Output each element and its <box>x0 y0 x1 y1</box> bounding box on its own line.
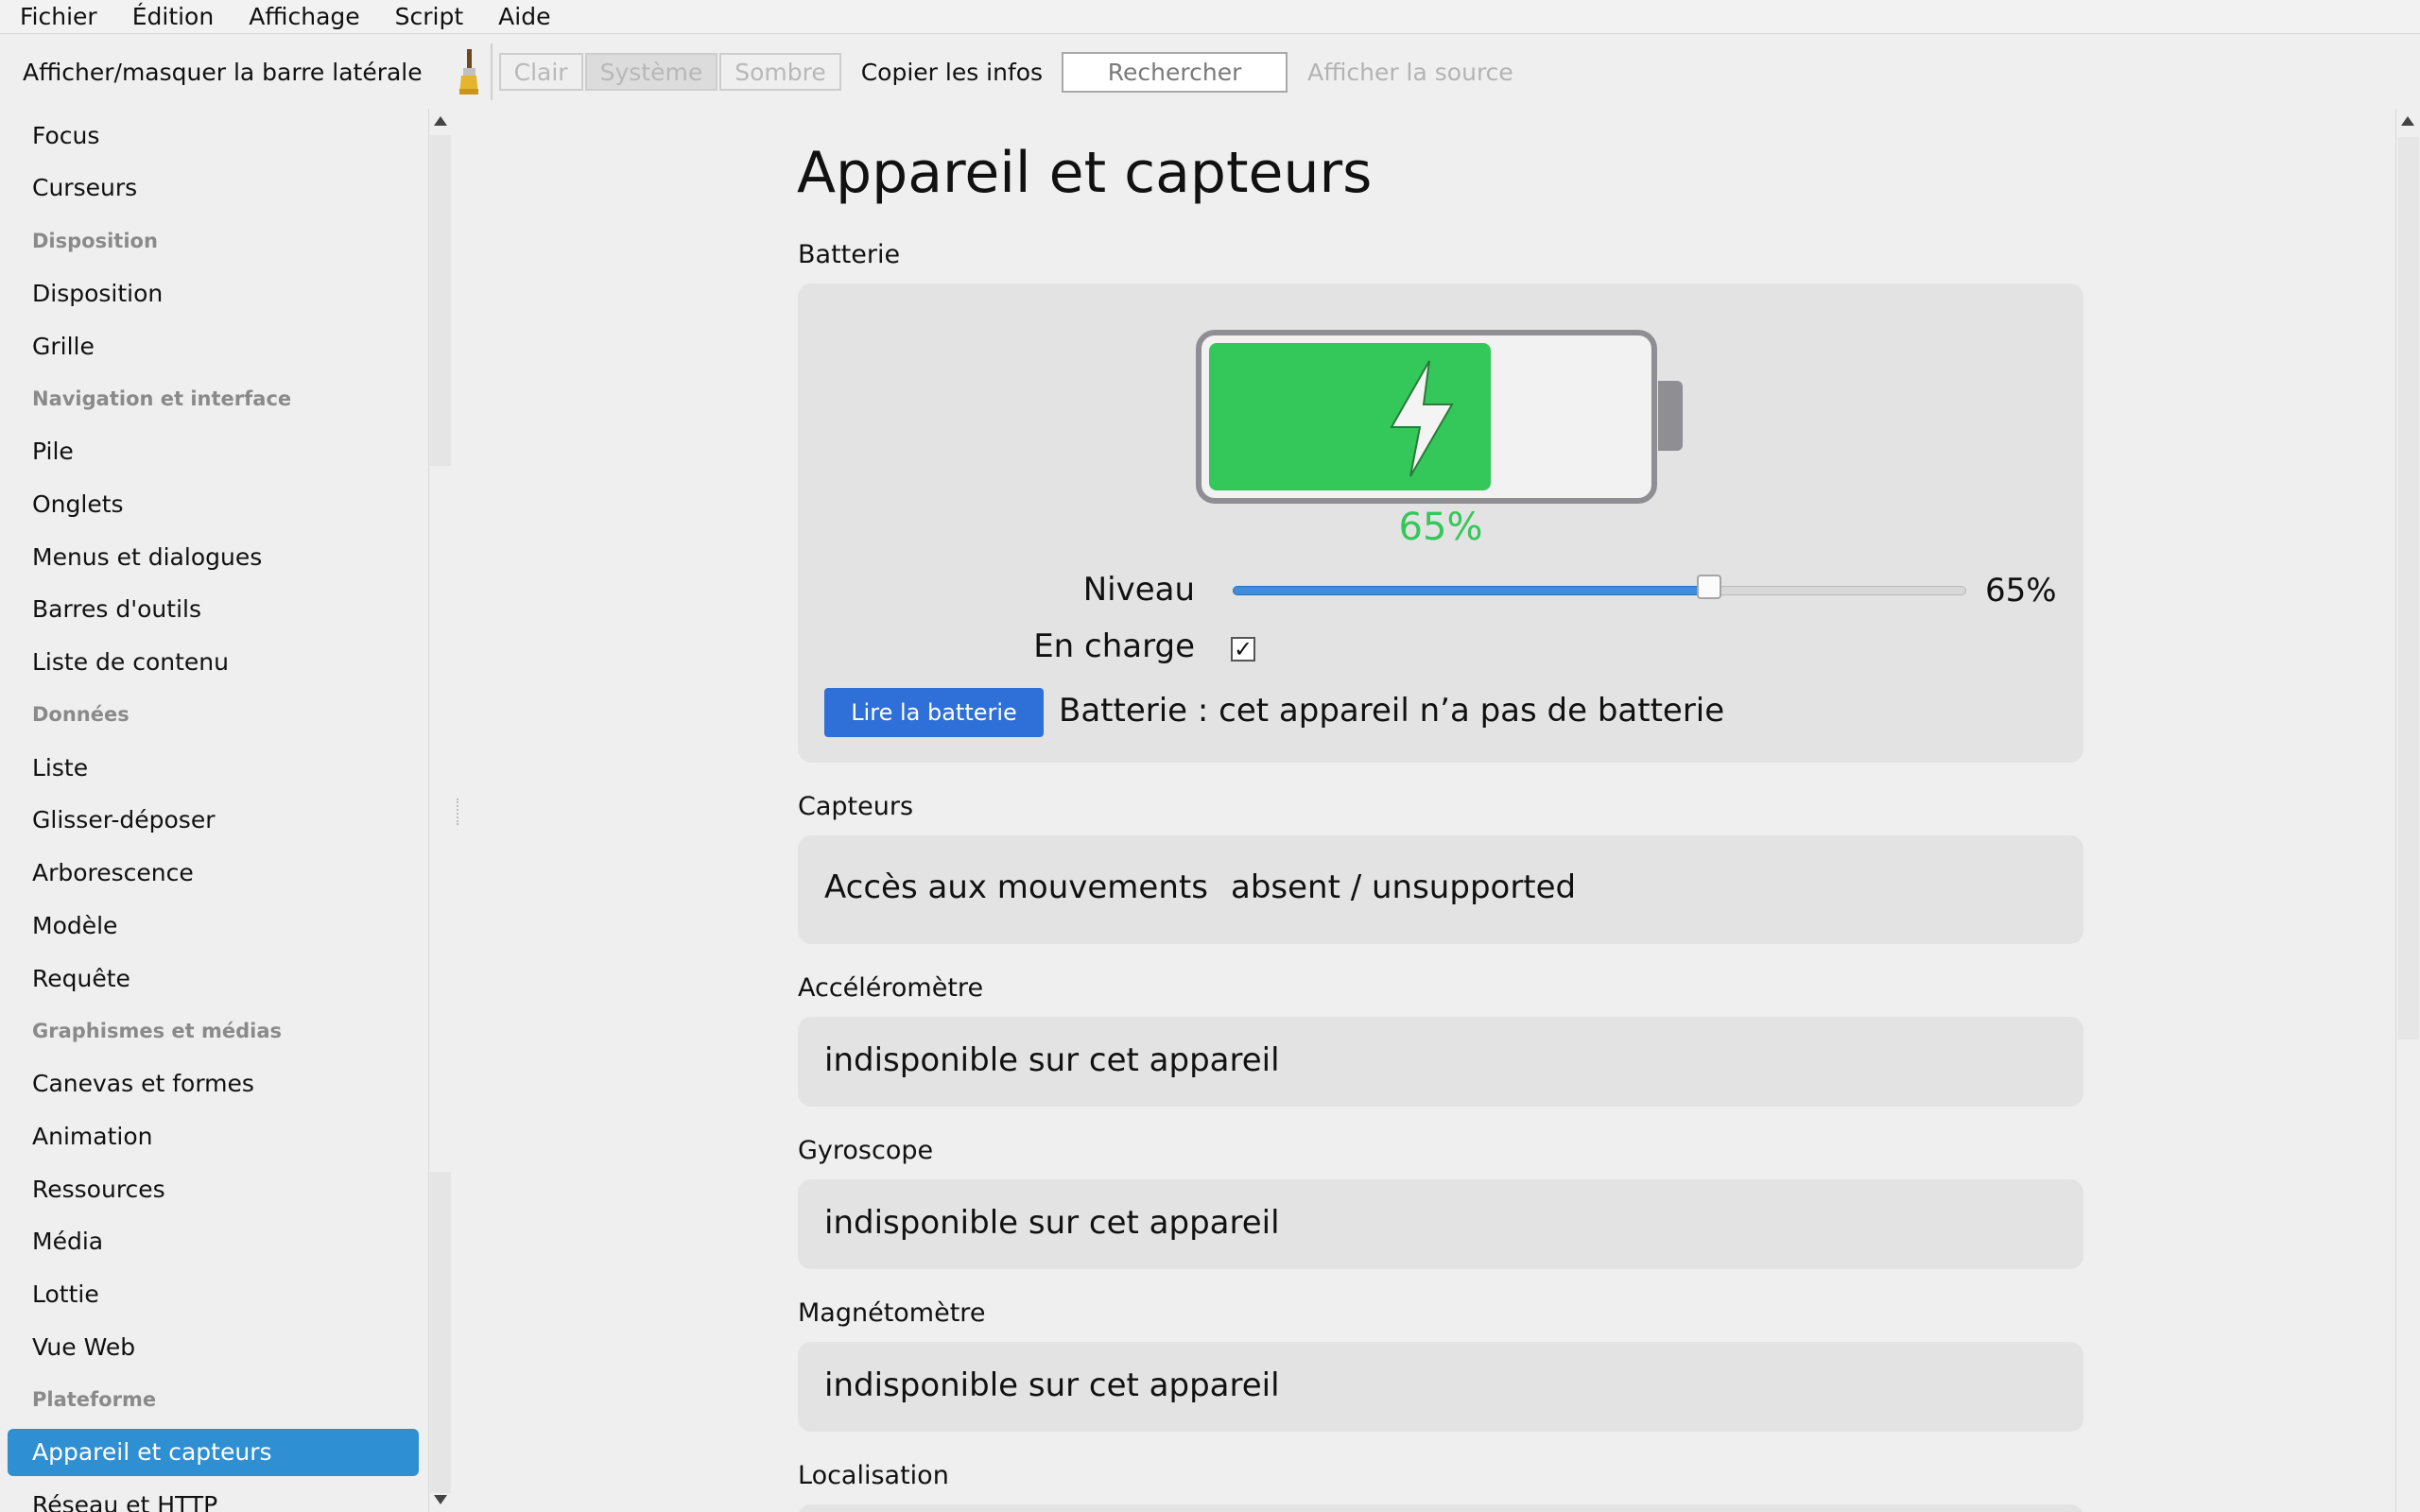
sidebar-item[interactable]: Disposition <box>8 269 419 317</box>
sidebar-item[interactable]: Animation <box>8 1112 419 1160</box>
search-placeholder: Rechercher <box>1107 58 1242 86</box>
sidebar-item[interactable]: Grille <box>8 322 419 369</box>
accelerometer-card: indisponible sur cet appareil <box>798 1017 2083 1107</box>
sidebar-section-header: Graphismes et médias <box>32 1019 282 1042</box>
battery-status: Batterie : cet appareil n’a pas de batte… <box>1059 692 1725 730</box>
copy-info-button[interactable]: Copier les infos <box>861 59 1043 86</box>
sidebar-section-header: Plateforme <box>32 1388 157 1411</box>
page-title: Appareil et capteurs <box>797 140 1373 206</box>
magnetometer-section-label: Magnétomètre <box>798 1298 986 1328</box>
toggle-sidebar-button[interactable]: Afficher/masquer la barre latérale <box>23 59 423 86</box>
search-input[interactable]: Rechercher <box>1062 51 1288 93</box>
check-icon: ✓ <box>1233 636 1253 662</box>
read-battery-button[interactable]: Lire la batterie <box>824 688 1044 737</box>
sidebar-item[interactable]: Lottie <box>8 1271 419 1318</box>
sidebar-item[interactable]: Curseurs <box>8 164 419 212</box>
toolbar: Afficher/masquer la barre latérale Clair… <box>0 35 2420 109</box>
menu-bar: Fichier Édition Affichage Script Aide <box>0 0 2420 34</box>
sidebar-item[interactable]: Vue Web <box>8 1323 419 1370</box>
battery-card: 65% Niveau 65% En charge ✓ Lire la batte… <box>798 284 2083 763</box>
sidebar-section-header: Navigation et interface <box>32 387 292 410</box>
level-value: 65% <box>1985 572 2057 610</box>
sidebar: Focus Curseurs Disposition Disposition Grill… <box>0 109 428 1512</box>
sidebar-item[interactable]: Pile <box>8 428 419 475</box>
sidebar-item[interactable]: Barres d'outils <box>8 586 419 633</box>
magnetometer-card: indisponible sur cet appareil <box>798 1342 2083 1432</box>
sidebar-splitter-handle[interactable] <box>457 799 459 825</box>
main-scroll-thumb[interactable] <box>2398 137 2419 1040</box>
slider-filled <box>1233 586 1709 595</box>
main-scroll-up-icon[interactable] <box>2401 116 2414 126</box>
sidebar-item[interactable]: Liste <box>8 744 419 791</box>
sidebar-scrollbar[interactable] <box>428 109 451 1512</box>
sidebar-item[interactable]: Focus <box>8 112 419 159</box>
sidebar-scroll-track-lower[interactable] <box>430 1172 451 1493</box>
accelerometer-value: indisponible sur cet appareil <box>824 1041 1280 1079</box>
motion-access-label: Accès aux mouvements <box>824 868 1208 906</box>
sensors-section-label: Capteurs <box>798 792 914 821</box>
main-scrollbar[interactable] <box>2395 109 2420 1512</box>
sidebar-item[interactable]: Glisser-déposer <box>8 797 419 844</box>
charging-label: En charge <box>1033 627 1195 665</box>
menu-edition[interactable]: Édition <box>132 3 215 30</box>
menu-affichage[interactable]: Affichage <box>249 3 359 30</box>
sensors-card: Accès aux mouvements absent / unsupporte… <box>798 835 2083 944</box>
accelerometer-section-label: Accéléromètre <box>798 973 984 1003</box>
sidebar-section-header: Disposition <box>32 229 158 252</box>
sidebar-item[interactable]: Canevas et formes <box>8 1060 419 1108</box>
sidebar-item[interactable]: Modèle <box>8 902 419 949</box>
sidebar-item[interactable]: Requête <box>8 954 419 1002</box>
scroll-down-icon[interactable] <box>434 1495 447 1504</box>
sidebar-item[interactable]: Onglets <box>8 480 419 527</box>
sidebar-item[interactable]: Menus et dialogues <box>8 533 419 580</box>
slider-handle[interactable] <box>1697 575 1721 599</box>
view-source-button[interactable]: Afficher la source <box>1307 59 1513 86</box>
sidebar-section-header: Données <box>32 703 130 727</box>
sidebar-item[interactable]: Média <box>8 1218 419 1265</box>
paintbrush-icon[interactable] <box>455 47 483 96</box>
sidebar-scroll-track-upper[interactable] <box>430 135 451 466</box>
lightning-bolt-icon <box>1384 357 1460 480</box>
sidebar-item[interactable]: Liste de contenu <box>8 639 419 686</box>
toolbar-separator <box>490 43 493 100</box>
menu-fichier[interactable]: Fichier <box>20 3 97 30</box>
theme-system-button[interactable]: Système <box>584 53 718 91</box>
sidebar-item[interactable]: Ressources <box>8 1165 419 1212</box>
theme-selector: Clair Système Sombre <box>498 53 843 91</box>
magnetometer-value: indisponible sur cet appareil <box>824 1366 1280 1404</box>
sidebar-item[interactable]: Arborescence <box>8 850 419 897</box>
gyroscope-section-label: Gyroscope <box>798 1136 934 1165</box>
level-slider[interactable] <box>1233 575 1966 599</box>
motion-access-value: absent / unsupported <box>1231 868 1577 906</box>
app-window: Fichier Édition Affichage Script Aide Af… <box>0 0 2420 1512</box>
menu-script[interactable]: Script <box>395 3 464 30</box>
theme-dark-button[interactable]: Sombre <box>719 53 841 91</box>
level-label: Niveau <box>1082 571 1195 609</box>
charging-checkbox[interactable]: ✓ <box>1231 637 1255 662</box>
location-section-label: Localisation <box>798 1461 949 1490</box>
sidebar-item[interactable]: Réseau et HTTP <box>8 1482 419 1512</box>
gyroscope-card: indisponible sur cet appareil <box>798 1179 2083 1269</box>
battery-percentage: 65% <box>1398 506 1483 549</box>
battery-section-label: Batterie <box>798 240 901 269</box>
sidebar-item[interactable]: Appareil et capteurs <box>8 1428 419 1476</box>
battery-terminal <box>1658 381 1683 451</box>
location-card <box>798 1504 2083 1512</box>
gyroscope-value: indisponible sur cet appareil <box>824 1204 1280 1242</box>
scroll-up-icon[interactable] <box>434 116 447 126</box>
menu-aide[interactable]: Aide <box>498 3 550 30</box>
theme-light-button[interactable]: Clair <box>498 53 583 91</box>
